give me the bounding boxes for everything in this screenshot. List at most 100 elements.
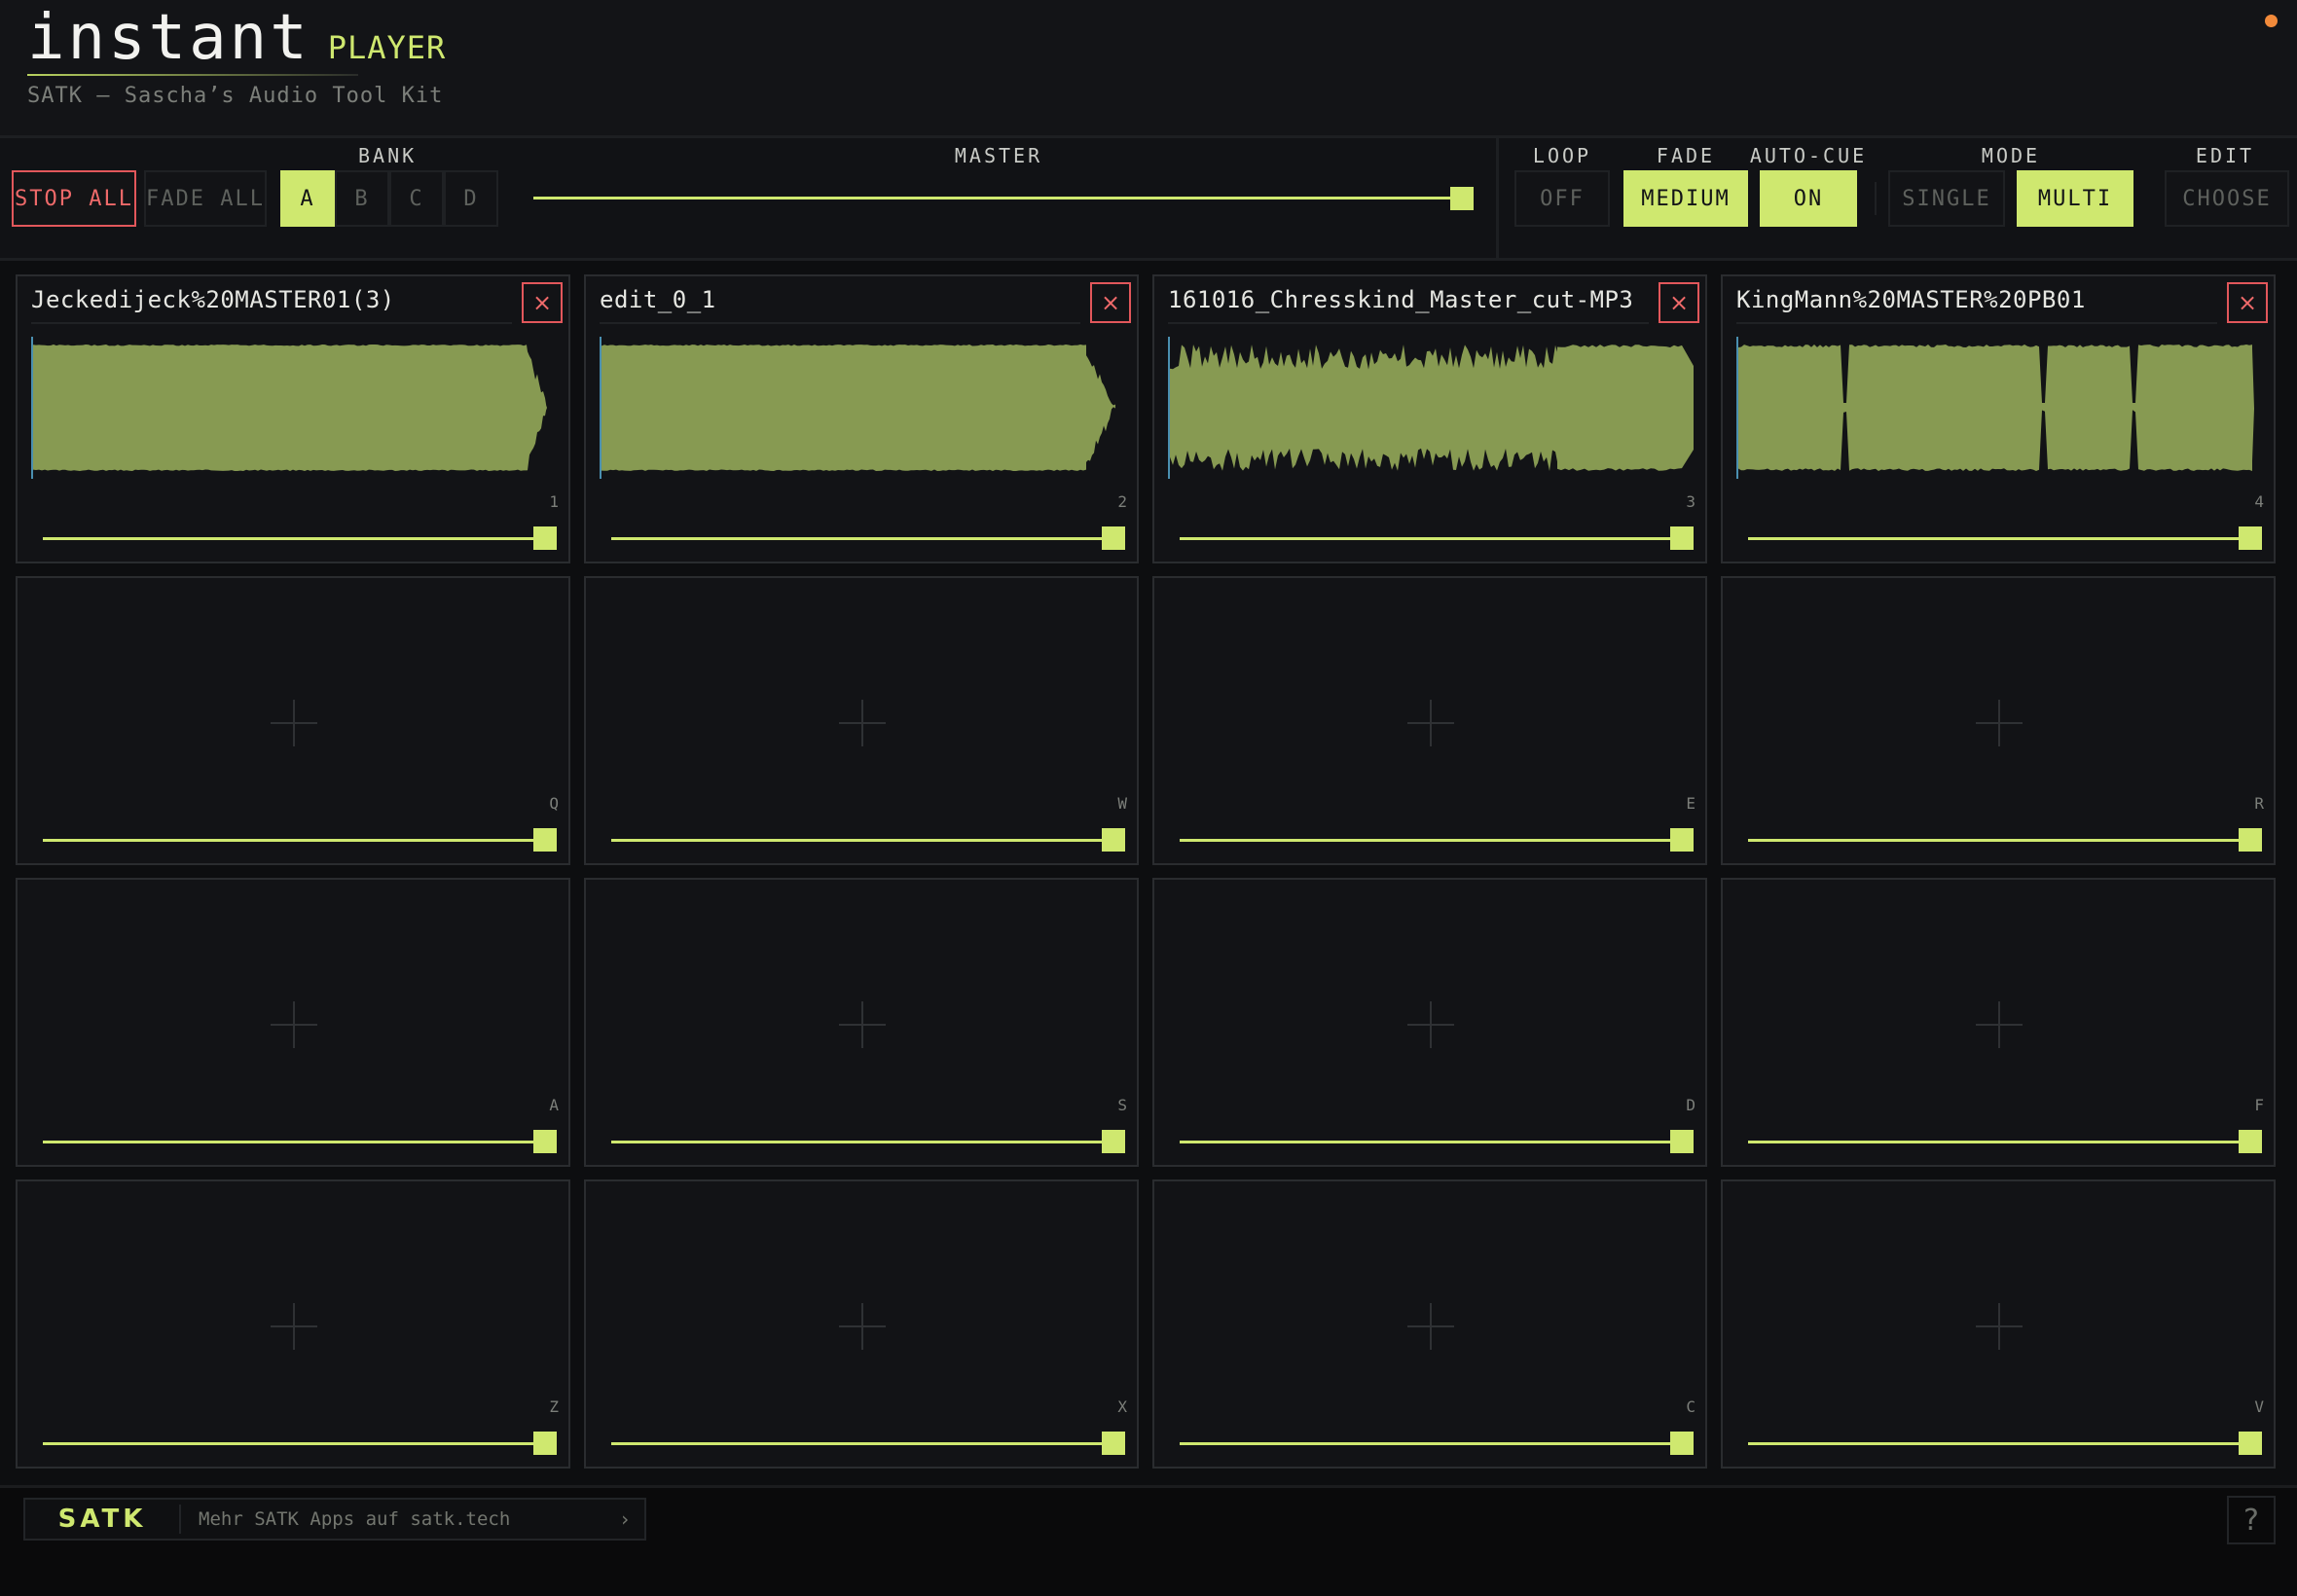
app-logo: instant PLAYER [27,2,446,74]
pad-volume-thumb[interactable] [1670,1130,1694,1153]
fade-all-button[interactable]: FADE ALL [144,170,267,227]
loaded-pad[interactable]: KingMann%20MASTER%20PB01 × 4 [1721,274,2276,563]
app-tagline: SATK — Sascha’s Audio Tool Kit [27,84,444,108]
empty-pad[interactable]: S [584,878,1139,1167]
pad-volume-slider[interactable] [1748,826,2262,853]
add-sound-icon[interactable] [271,1001,317,1048]
bank-a-button[interactable]: A [280,170,335,227]
help-button[interactable]: ? [2227,1496,2276,1544]
autocue-toggle[interactable]: ON [1760,170,1857,227]
pad-volume-slider[interactable] [1748,1128,2262,1155]
master-volume-thumb[interactable] [1450,187,1474,210]
waveform[interactable] [1168,337,1694,479]
pad-volume-thumb[interactable] [1102,526,1125,550]
close-icon[interactable]: × [1659,282,1699,323]
pad-volume-slider[interactable] [43,525,557,552]
empty-pad[interactable]: R [1721,576,2276,865]
pad-hotkey: E [1686,794,1695,813]
close-icon[interactable]: × [2227,282,2268,323]
empty-pad[interactable]: C [1152,1179,1707,1469]
pad-volume-thumb[interactable] [2239,1130,2262,1153]
pad-hotkey: 1 [549,492,559,511]
waveform[interactable] [600,337,1125,479]
empty-pad[interactable]: Q [16,576,570,865]
add-sound-icon[interactable] [1407,700,1454,746]
add-sound-icon[interactable] [271,700,317,746]
pad-volume-slider[interactable] [1180,1430,1694,1457]
loaded-pad[interactable]: Jeckedijeck%20MASTER01(3) × 1 [16,274,570,563]
empty-pad[interactable]: A [16,878,570,1167]
mode-single-button[interactable]: SINGLE [1888,170,2005,227]
pad-volume-slider[interactable] [43,1430,557,1457]
loaded-pad[interactable]: edit_0_1 × 2 [584,274,1139,563]
pad-volume-track [43,1141,545,1143]
pad-volume-slider[interactable] [1180,1128,1694,1155]
pad-volume-slider[interactable] [611,525,1125,552]
empty-pad[interactable]: D [1152,878,1707,1167]
add-sound-icon[interactable] [839,1303,886,1350]
pad-volume-thumb[interactable] [1102,828,1125,852]
pad-volume-slider[interactable] [1180,525,1694,552]
pad-volume-thumb[interactable] [533,828,557,852]
add-sound-icon[interactable] [839,1001,886,1048]
empty-pad[interactable]: Z [16,1179,570,1469]
pad-hotkey: Q [549,794,559,813]
add-sound-icon[interactable] [1407,1303,1454,1350]
pad-volume-slider[interactable] [611,1128,1125,1155]
pad-hotkey: S [1117,1096,1127,1114]
close-icon[interactable]: × [522,282,563,323]
satk-apps-link[interactable]: SATK Mehr SATK Apps auf satk.tech › [23,1498,646,1541]
add-sound-icon[interactable] [271,1303,317,1350]
pad-volume-slider[interactable] [611,826,1125,853]
bank-d-button[interactable]: D [444,170,498,227]
empty-pad[interactable]: F [1721,878,2276,1167]
pad-hotkey: C [1686,1397,1695,1416]
empty-pad[interactable]: V [1721,1179,2276,1469]
waveform[interactable] [1736,337,2262,479]
pad-volume-track [611,537,1113,540]
edit-choose-button[interactable]: CHOOSE [2165,170,2289,227]
pad-volume-slider[interactable] [43,1128,557,1155]
pad-volume-thumb[interactable] [1102,1432,1125,1455]
fade-toggle[interactable]: MEDIUM [1623,170,1748,227]
loop-toggle[interactable]: OFF [1514,170,1610,227]
bank-b-button[interactable]: B [335,170,389,227]
pad-volume-slider[interactable] [1180,826,1694,853]
pad-volume-slider[interactable] [1748,1430,2262,1457]
mode-multi-button[interactable]: MULTI [2017,170,2133,227]
pad-hotkey: Z [549,1397,559,1416]
pad-volume-thumb[interactable] [2239,828,2262,852]
pad-hotkey: D [1686,1096,1695,1114]
pad-volume-thumb[interactable] [533,1130,557,1153]
empty-pad[interactable]: X [584,1179,1139,1469]
empty-pad[interactable]: W [584,576,1139,865]
pad-volume-thumb[interactable] [533,1432,557,1455]
add-sound-icon[interactable] [1976,1303,2023,1350]
autocue-label: AUTO-CUE [1749,144,1868,167]
empty-pad[interactable]: E [1152,576,1707,865]
bank-c-button[interactable]: C [389,170,444,227]
loaded-pad[interactable]: 161016_Chresskind_Master_cut-MP3 × 3 [1152,274,1707,563]
pad-volume-track [1748,537,2250,540]
pad-volume-thumb[interactable] [1670,828,1694,852]
pad-volume-slider[interactable] [1748,525,2262,552]
pad-volume-thumb[interactable] [2239,526,2262,550]
pad-volume-thumb[interactable] [2239,1432,2262,1455]
waveform[interactable] [31,337,557,479]
pad-volume-thumb[interactable] [1670,526,1694,550]
pad-volume-thumb[interactable] [1670,1432,1694,1455]
pad-volume-track [611,839,1113,842]
toolbar-divider [1496,138,1499,261]
stop-all-button[interactable]: STOP ALL [12,170,136,227]
add-sound-icon[interactable] [1407,1001,1454,1048]
pad-volume-thumb[interactable] [1102,1130,1125,1153]
pad-volume-thumb[interactable] [533,526,557,550]
add-sound-icon[interactable] [839,700,886,746]
satk-logo: SATK [25,1505,181,1534]
close-icon[interactable]: × [1090,282,1131,323]
pad-volume-slider[interactable] [43,826,557,853]
add-sound-icon[interactable] [1976,1001,2023,1048]
master-volume-slider[interactable] [533,184,1474,213]
add-sound-icon[interactable] [1976,700,2023,746]
pad-volume-slider[interactable] [611,1430,1125,1457]
